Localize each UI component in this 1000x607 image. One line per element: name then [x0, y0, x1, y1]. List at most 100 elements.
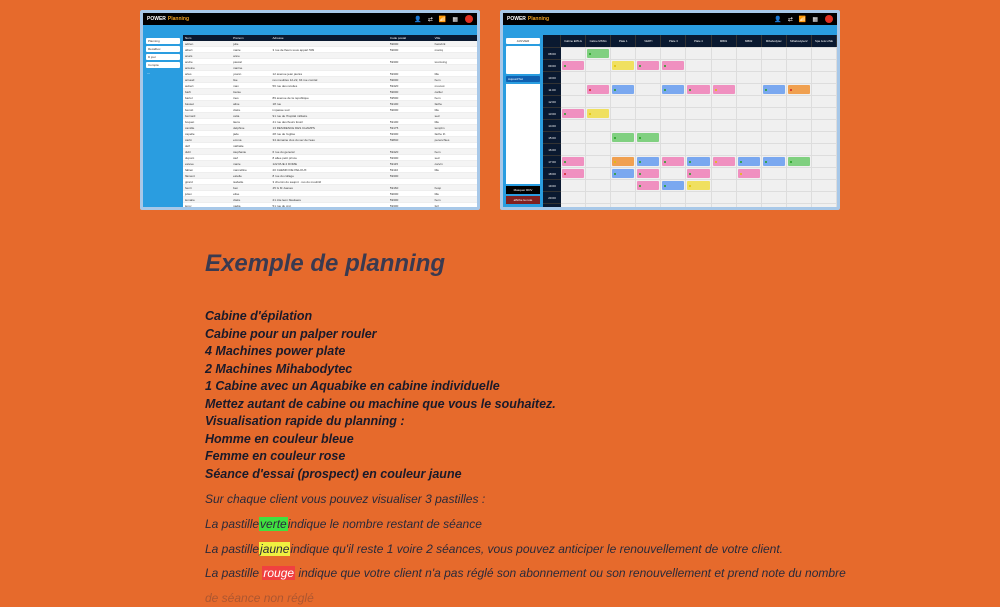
table-row[interactable]: leroynadia51 rue du crot59300ferl — [183, 203, 477, 208]
time-slot[interactable] — [636, 71, 661, 83]
time-slot[interactable] — [611, 203, 636, 207]
time-slot[interactable] — [737, 83, 762, 95]
time-slot[interactable] — [586, 83, 611, 95]
time-slot[interactable] — [787, 95, 812, 107]
resource-header[interactable]: Cabine EPILG — [561, 35, 586, 47]
time-slot[interactable] — [686, 131, 711, 143]
time-slot[interactable] — [586, 71, 611, 83]
time-slot[interactable] — [787, 143, 812, 155]
time-slot[interactable] — [737, 167, 762, 179]
appointment[interactable] — [587, 49, 609, 58]
appointment[interactable] — [662, 61, 684, 70]
time-slot[interactable] — [561, 59, 586, 71]
time-slot[interactable] — [686, 47, 711, 59]
time-slot[interactable] — [586, 155, 611, 167]
time-slot[interactable] — [636, 119, 661, 131]
time-slot[interactable] — [712, 155, 737, 167]
time-slot[interactable] — [812, 71, 837, 83]
time-slot[interactable] — [586, 107, 611, 119]
resource-header[interactable]: MB#1 — [712, 35, 737, 47]
appointment[interactable] — [788, 85, 810, 94]
time-slot[interactable] — [611, 95, 636, 107]
time-slot[interactable] — [611, 59, 636, 71]
appointment[interactable] — [763, 85, 785, 94]
appointment[interactable] — [662, 157, 684, 166]
close-icon[interactable] — [465, 15, 473, 23]
time-slot[interactable] — [762, 191, 787, 203]
time-slot[interactable] — [636, 155, 661, 167]
appointment[interactable] — [562, 109, 584, 118]
time-slot[interactable] — [787, 203, 812, 207]
time-slot[interactable] — [686, 107, 711, 119]
time-slot[interactable] — [611, 47, 636, 59]
time-slot[interactable] — [686, 143, 711, 155]
time-slot[interactable] — [586, 59, 611, 71]
time-slot[interactable] — [737, 71, 762, 83]
time-slot[interactable] — [737, 47, 762, 59]
time-slot[interactable] — [737, 203, 762, 207]
appointment[interactable] — [637, 133, 659, 142]
time-slot[interactable] — [737, 179, 762, 191]
time-slot[interactable] — [661, 155, 686, 167]
time-slot[interactable] — [762, 95, 787, 107]
resource-header[interactable]: Mihabodytec — [762, 35, 787, 47]
time-slot[interactable] — [561, 71, 586, 83]
person-icon[interactable]: 👤 — [414, 16, 421, 23]
time-slot[interactable] — [812, 203, 837, 207]
appointment[interactable] — [612, 133, 634, 142]
close-icon[interactable] — [825, 15, 833, 23]
time-slot[interactable] — [787, 71, 812, 83]
time-slot[interactable] — [787, 191, 812, 203]
time-slot[interactable] — [611, 107, 636, 119]
time-slot[interactable] — [636, 191, 661, 203]
appointment[interactable] — [713, 157, 735, 166]
appointment[interactable] — [637, 181, 659, 190]
time-slot[interactable] — [686, 191, 711, 203]
mini-calendar[interactable] — [506, 46, 540, 74]
time-slot[interactable] — [586, 95, 611, 107]
time-slot[interactable] — [661, 71, 686, 83]
time-slot[interactable] — [712, 143, 737, 155]
appointment[interactable] — [587, 85, 609, 94]
time-slot[interactable] — [611, 71, 636, 83]
appointment[interactable] — [687, 181, 709, 190]
time-slot[interactable] — [787, 47, 812, 59]
appointment[interactable] — [587, 109, 609, 118]
time-slot[interactable] — [611, 143, 636, 155]
client-table[interactable]: NomPrénomAdresseCode postalVilleadrienju… — [183, 35, 477, 207]
time-slot[interactable] — [586, 203, 611, 207]
time-slot[interactable] — [812, 191, 837, 203]
appointment[interactable] — [763, 157, 785, 166]
time-slot[interactable] — [762, 83, 787, 95]
time-slot[interactable] — [812, 107, 837, 119]
appointment[interactable] — [662, 85, 684, 94]
time-slot[interactable] — [561, 179, 586, 191]
time-slot[interactable] — [611, 167, 636, 179]
time-slot[interactable] — [686, 95, 711, 107]
filter-planning[interactable]: Planning — [146, 38, 180, 44]
time-slot[interactable] — [787, 59, 812, 71]
appointment[interactable] — [687, 169, 709, 178]
appointment[interactable] — [713, 85, 735, 94]
time-slot[interactable] — [812, 167, 837, 179]
time-slot[interactable] — [661, 119, 686, 131]
time-slot[interactable] — [812, 155, 837, 167]
chart-icon[interactable]: 📶 — [439, 16, 446, 23]
time-slot[interactable] — [737, 143, 762, 155]
filter-recalbox[interactable]: Recalbox — [146, 46, 180, 52]
time-slot[interactable] — [661, 203, 686, 207]
time-slot[interactable] — [712, 71, 737, 83]
time-slot[interactable] — [586, 131, 611, 143]
time-slot[interactable] — [661, 107, 686, 119]
time-slot[interactable] — [561, 167, 586, 179]
time-slot[interactable] — [712, 47, 737, 59]
time-slot[interactable] — [561, 191, 586, 203]
appointment[interactable] — [738, 169, 760, 178]
time-slot[interactable] — [686, 155, 711, 167]
time-slot[interactable] — [661, 179, 686, 191]
time-slot[interactable] — [712, 59, 737, 71]
time-slot[interactable] — [611, 131, 636, 143]
time-slot[interactable] — [712, 107, 737, 119]
time-slot[interactable] — [636, 59, 661, 71]
resource-header[interactable]: Calme MSSG — [586, 35, 611, 47]
